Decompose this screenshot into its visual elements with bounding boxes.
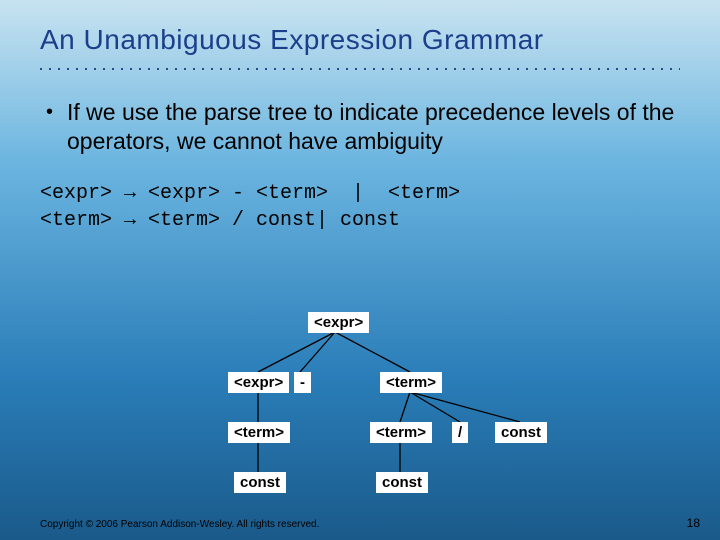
tree-edges [0,310,720,510]
tree-node-const-rr: const [495,422,547,443]
tree-node-const-rl: const [376,472,428,493]
tree-node-slash: / [452,422,468,443]
page-number: 18 [687,516,700,530]
bullet-item: • If we use the parse tree to indicate p… [40,98,680,156]
tree-node-const-left: const [234,472,286,493]
parse-tree: <expr> <expr> - <term> <term> <term> / c… [0,310,720,510]
tree-node-term-right: <term> [380,372,442,393]
grammar-line-2: <term> → <term> / const| const [40,209,400,232]
slide-title: An Unambiguous Expression Grammar [40,24,680,56]
tree-node-term-left: <term> [228,422,290,443]
slide: An Unambiguous Expression Grammar • If w… [0,0,720,540]
bullet-dot-icon: • [40,98,53,156]
bullet-text: If we use the parse tree to indicate pre… [67,98,680,156]
tree-node-minus: - [294,372,311,393]
tree-node-expr-left: <expr> [228,372,289,393]
title-underline [40,68,680,70]
grammar-block: <expr> → <expr> - <term> | <term> <term>… [40,180,680,234]
grammar-line-1: <expr> → <expr> - <term> | <term> [40,182,460,205]
copyright-footer: Copyright © 2006 Pearson Addison-Wesley.… [40,519,319,530]
tree-node-term-rl: <term> [370,422,432,443]
tree-node-expr-root: <expr> [308,312,369,333]
